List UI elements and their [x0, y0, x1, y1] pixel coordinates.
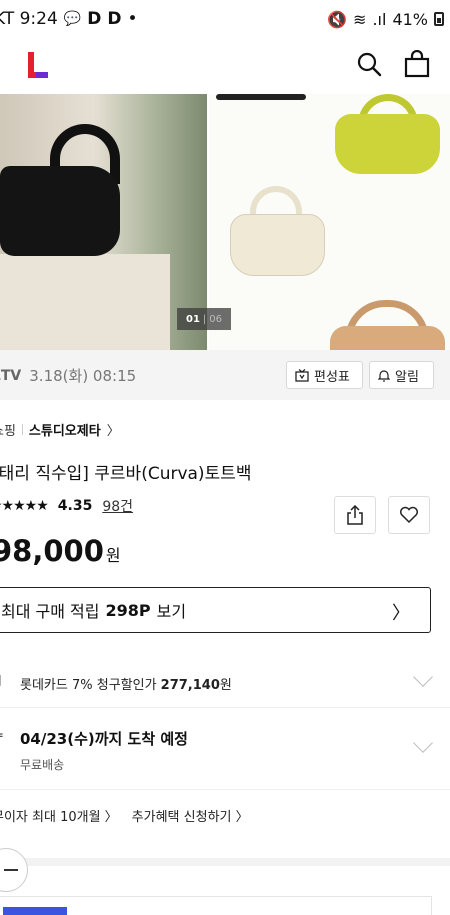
battery-percent: 41% — [392, 9, 428, 29]
breadcrumb: 쇼핑 스튜디오제타 〉 — [0, 420, 120, 439]
card-discount-row[interactable]: ▯ 롯데카드 7% 청구할인가 277,140원 — [0, 658, 450, 708]
heart-icon — [400, 506, 418, 524]
search-icon[interactable] — [356, 51, 382, 77]
app-d-icon-2: D — [107, 9, 122, 29]
image-counter: 01 | 06 — [177, 308, 231, 330]
next-section-card — [0, 896, 432, 915]
delivery-date: 04/23(수)까지 도착 예정 — [20, 730, 188, 748]
talk-icon: 💬 — [63, 11, 82, 27]
chevron-right-icon: 〉 — [106, 424, 120, 439]
section-divider — [0, 858, 450, 866]
points-suffix: 보기 — [156, 602, 187, 621]
breadcrumb-category[interactable]: 쇼핑 — [0, 420, 16, 439]
model-photo — [0, 94, 207, 350]
live-tv-bar: 브TV 3.18(화) 08:15 편성표 알림 — [0, 350, 450, 400]
tv-channel-name[interactable]: 브TV — [0, 365, 21, 385]
tv-broadcast-time: 3.18(화) 08:15 — [29, 366, 137, 385]
price-value: 98,000 — [0, 534, 104, 568]
schedule-button[interactable]: 편성표 — [286, 361, 363, 389]
schedule-label: 편성표 — [314, 369, 350, 385]
chevron-right-icon: 〉 — [392, 603, 410, 624]
wifi-icon: ≋ — [353, 9, 367, 29]
alarm-label: 알림 — [395, 369, 419, 385]
bell-icon — [378, 369, 390, 382]
status-bar: KT 9:24 💬 D D • 🔇 ≋ .ıl 41% — [0, 0, 450, 38]
accent-bar — [3, 907, 67, 915]
shipping-fee: 무료배송 — [20, 758, 65, 772]
truck-icon: ╤ — [0, 728, 2, 744]
collapse-floating-button[interactable] — [0, 848, 28, 892]
card-discount-text: 롯데카드 7% 청구할인가 277,140원 — [20, 678, 232, 693]
status-right: 🔇 ≋ .ıl 41% — [327, 10, 444, 29]
battery-icon — [434, 12, 444, 26]
breadcrumb-brand[interactable]: 스튜디오제타 — [29, 420, 101, 439]
image-total: 06 — [209, 313, 223, 325]
rating-stars-icon: ★★★★★ — [0, 498, 49, 514]
image-index: 01 — [185, 313, 200, 325]
share-button[interactable] — [334, 496, 376, 534]
app-d-icon: D — [87, 9, 102, 29]
tv-schedule-icon — [295, 368, 309, 382]
extra-benefit-link[interactable]: 추가혜택 신청하기 〉 — [132, 806, 249, 825]
shipping-row[interactable]: ╤ 04/23(수)까지 도착 예정 무료배송 — [0, 708, 450, 790]
points-amount: 298P — [105, 600, 151, 620]
signal-icon: .ıl — [372, 9, 387, 29]
minus-icon — [4, 869, 18, 871]
lotte-logo-icon[interactable] — [28, 52, 50, 78]
review-count-link[interactable]: 98건 — [102, 496, 133, 516]
divider — [21, 424, 23, 435]
product-title: [태리 직수입] 쿠르바(Curva)토트백 — [0, 464, 252, 484]
share-icon — [347, 505, 363, 525]
app-bar — [0, 38, 450, 94]
shopping-bag-icon[interactable] — [404, 50, 430, 78]
price-currency: 원 — [105, 546, 121, 565]
more-notifications-icon: • — [127, 9, 138, 29]
product-rating: ★★★★★ 4.35 98건 — [0, 496, 133, 516]
card-discount-price: 277,140 — [160, 678, 220, 693]
status-left: KT 9:24 💬 D D • — [0, 9, 138, 29]
wishlist-button[interactable] — [388, 496, 430, 534]
product-price: 98,000 원 — [0, 534, 121, 568]
card-icon: ▯ — [0, 672, 2, 688]
max-points-button[interactable]: 최대 구매 적립 298P 보기 〉 — [0, 587, 431, 633]
rating-score: 4.35 — [57, 498, 93, 514]
mute-icon: 🔇 — [327, 9, 348, 29]
chevron-down-icon — [413, 667, 433, 687]
status-time: KT 9:24 — [0, 9, 58, 29]
chevron-down-icon — [413, 733, 433, 753]
installment-link[interactable]: 무이자 최대 10개월 〉 — [0, 806, 118, 825]
alarm-button[interactable]: 알림 — [369, 361, 434, 389]
benefit-links: 무이자 최대 10개월 〉 추가혜택 신청하기 〉 — [0, 806, 249, 825]
points-prefix: 최대 구매 적립 — [1, 602, 100, 621]
product-image-carousel[interactable]: 01 | 06 — [0, 94, 450, 350]
